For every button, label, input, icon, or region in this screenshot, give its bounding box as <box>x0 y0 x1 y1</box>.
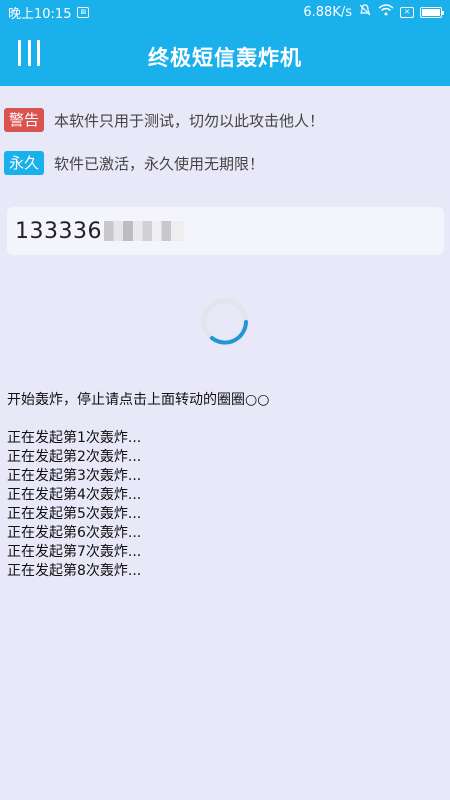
phone-number-blur <box>103 221 184 241</box>
notice-warning: 警告 本软件只用于测试，切勿以此攻击他人！ <box>4 108 324 132</box>
permanent-badge: 永久 <box>4 151 45 175</box>
status-time: 晚上10:15 <box>8 6 72 22</box>
mute-icon <box>358 3 372 21</box>
log-line: 正在发起第7次轰炸... <box>7 544 142 560</box>
warning-badge: 警告 <box>4 108 45 132</box>
wifi-icon <box>378 4 394 20</box>
battery-icon <box>420 6 444 18</box>
log-line: 正在发起第4次轰炸... <box>7 487 142 503</box>
network-speed: 6.88K/s <box>303 4 352 20</box>
status-bar: 晚上10:15 ⊠ 6.88K/s ✕ <box>0 0 450 24</box>
log-line: 正在发起第1次轰炸... <box>7 430 142 446</box>
phone-input[interactable]: 133336 <box>7 207 444 255</box>
permanent-text: 软件已激活，永久使用无期限！ <box>54 154 265 173</box>
log-line: 正在发起第2次轰炸... <box>7 449 142 465</box>
phone-number: 133336 <box>15 218 102 244</box>
log-line: 正在发起第8次轰炸... <box>7 563 142 579</box>
log-line: 正在发起第6次轰炸... <box>7 525 142 541</box>
app-bar: 终极短信轰炸机 <box>0 24 450 86</box>
log-line: 正在发起第5次轰炸... <box>7 506 142 522</box>
sim-icon: ✕ <box>400 6 414 18</box>
log-line: 正在发起第3次轰炸... <box>7 468 142 484</box>
log-header: 开始轰炸，停止请点击上面转动的圈圈○○ <box>7 392 270 408</box>
spinner-icon[interactable] <box>200 297 250 347</box>
warning-text: 本软件只用于测试，切勿以此攻击他人！ <box>54 111 325 130</box>
notification-icon: ⊠ <box>77 6 90 18</box>
app-title: 终极短信轰炸机 <box>148 46 302 70</box>
notice-permanent: 永久 软件已激活，永久使用无期限！ <box>4 151 264 175</box>
